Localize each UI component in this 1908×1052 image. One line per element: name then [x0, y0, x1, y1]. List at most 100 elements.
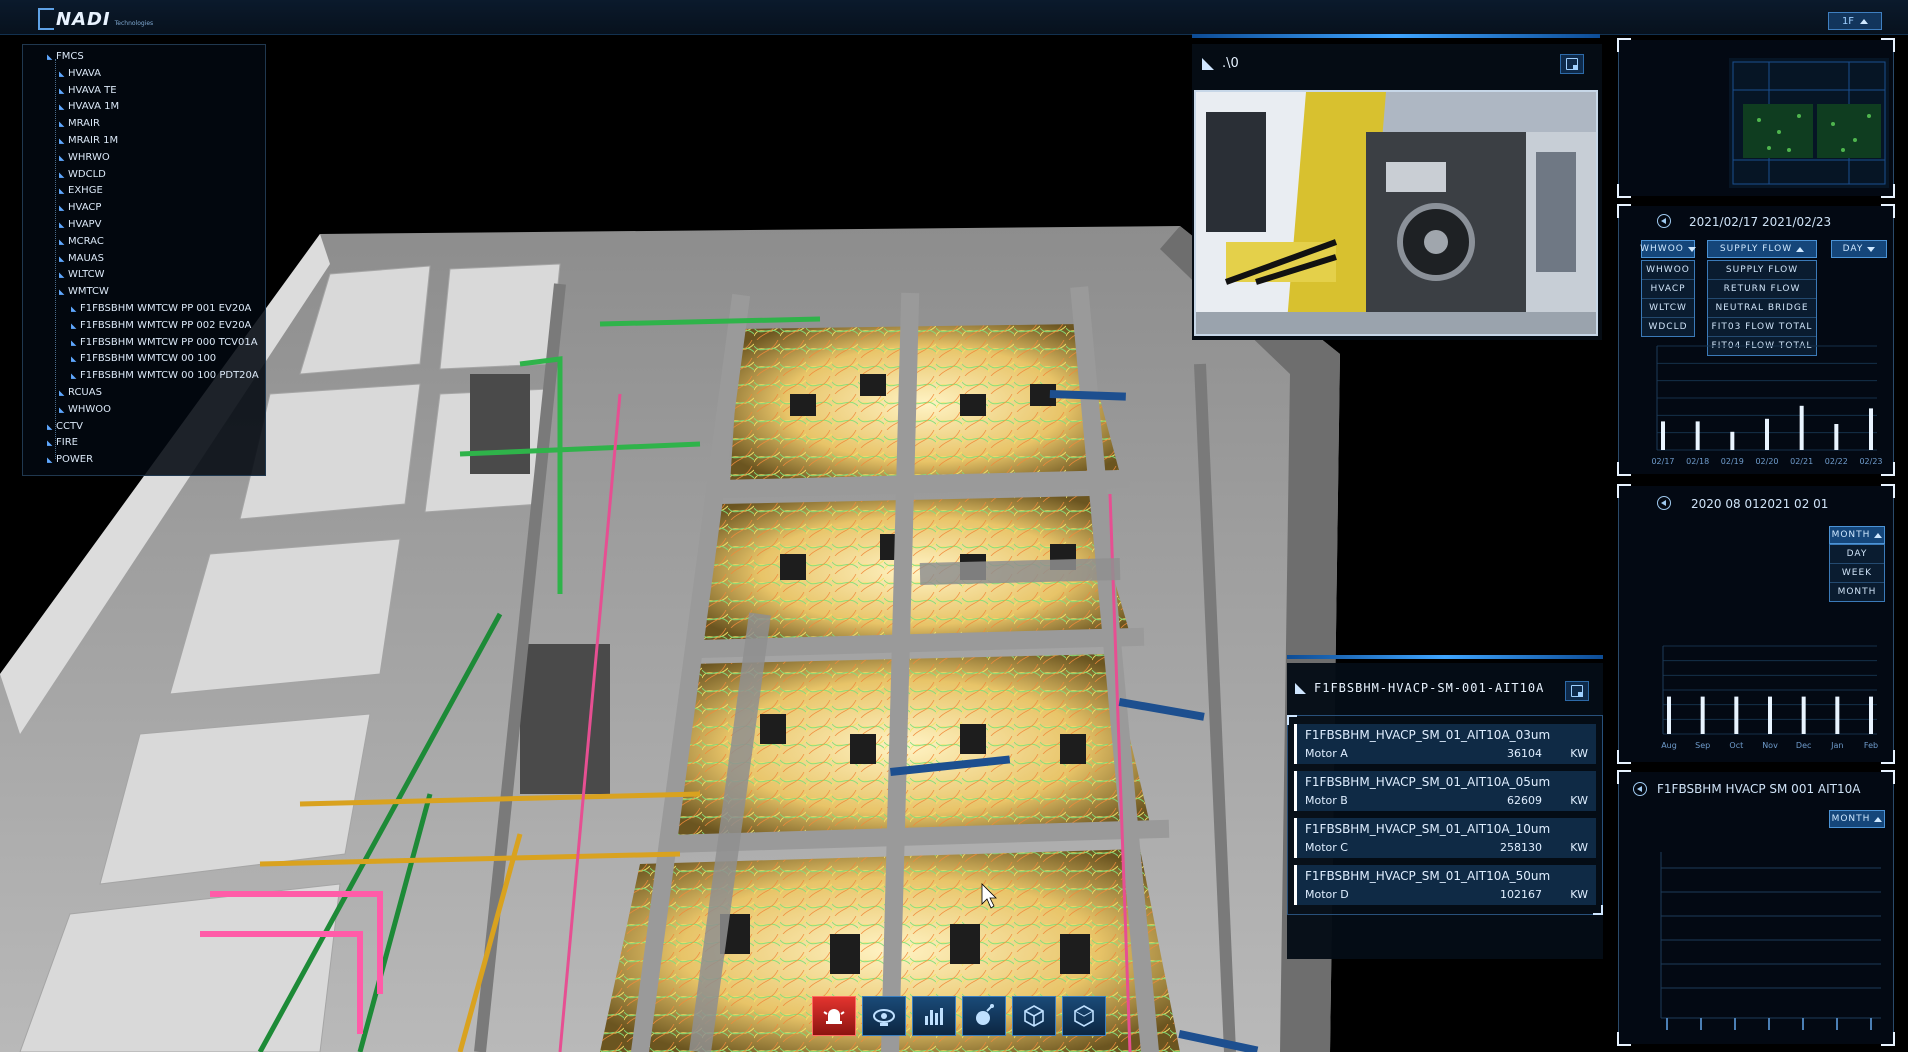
model-button[interactable] — [1012, 996, 1056, 1036]
panel-corner-icon — [1295, 682, 1306, 694]
tree-node[interactable]: ◣ F1FBSBHM WMTCW 00 100 PDT20A — [23, 368, 265, 385]
panel-corner-icon — [1202, 57, 1214, 70]
tree-node[interactable]: ◣ POWER — [23, 452, 265, 469]
tree-node[interactable]: ◣ FMCS — [23, 49, 265, 66]
minimap-panel[interactable] — [1617, 38, 1895, 198]
tree-node-icon: ◣ — [59, 103, 65, 112]
sensor-row[interactable]: F1FBSBHM_HVACP_SM_01_AIT10A_03um Motor A 3… — [1294, 724, 1596, 764]
chart-tick-label: Jan — [1830, 741, 1843, 750]
tree-node-label: WHWOO — [68, 403, 112, 415]
motor-label: Motor A — [1305, 747, 1348, 760]
tree-node-icon: ◣ — [59, 86, 65, 95]
tree-node[interactable]: ◣ WHWOO — [23, 402, 265, 419]
structure-button[interactable] — [1062, 996, 1106, 1036]
tree-node[interactable]: ◣ MAUAS — [23, 251, 265, 268]
tree-node-icon: ◣ — [59, 170, 65, 179]
tree-node[interactable]: ◣ RCUAS — [23, 385, 265, 402]
tree-node[interactable]: ◣ HVAVA — [23, 66, 265, 83]
tree-node-label: F1FBSBHM WMTCW PP 000 TCV01A — [80, 336, 258, 348]
tree-node-icon: ◣ — [71, 372, 77, 381]
sensor-value: 102167 — [1500, 888, 1542, 901]
tree-node-icon: ◣ — [47, 53, 53, 61]
camera-panel-header: .\0 — [1202, 56, 1239, 71]
tree-node[interactable]: ◣ HVAVA 1M — [23, 99, 265, 116]
tree-node[interactable]: ◣ EXHGE — [23, 183, 265, 200]
chart-tick-label: Oct — [1729, 741, 1743, 750]
sensor-button[interactable] — [962, 996, 1006, 1036]
tree-node[interactable]: ◣ MRAIR — [23, 116, 265, 133]
alarm-button[interactable] — [812, 996, 856, 1036]
sensor-row[interactable]: F1FBSBHM_HVACP_SM_01_AIT10A_10um Motor C 2… — [1294, 818, 1596, 858]
sensor-panel-title: F1FBSBHM-HVACP-SM-001-AIT10A — [1314, 681, 1545, 695]
tree-node[interactable]: ◣ FIRE — [23, 435, 265, 452]
expand-icon[interactable] — [1560, 54, 1584, 74]
tree-node-label: HVAVA — [68, 67, 101, 79]
tree-node-label: FMCS — [56, 51, 84, 62]
tree-node-icon: ◣ — [59, 388, 65, 397]
camera-button[interactable] — [862, 996, 906, 1036]
floor-selector-value: 1F — [1841, 15, 1855, 27]
chart-bar — [1734, 696, 1739, 734]
tree-node-icon: ◣ — [59, 254, 65, 263]
tree-node-label: HVAPV — [68, 218, 102, 230]
logo: NADI Technologies — [38, 6, 153, 30]
charts-button[interactable] — [912, 996, 956, 1036]
factory-robot-image — [1196, 92, 1596, 334]
tree-node[interactable]: ◣ CCTV — [23, 419, 265, 436]
chart-tick-label: 02/21 — [1790, 457, 1813, 466]
sensor-chart-grid — [1660, 852, 1881, 1030]
chart-tick-label: Aug — [1661, 741, 1677, 750]
bottom-toolbar — [812, 996, 1106, 1036]
logo-mark-icon — [38, 8, 54, 30]
sensor-row[interactable]: F1FBSBHM_HVACP_SM_01_AIT10A_05um Motor B 6… — [1294, 771, 1596, 811]
sensor-value: 36104 — [1507, 747, 1542, 760]
expand-icon[interactable] — [1565, 681, 1589, 701]
tree-node[interactable]: ◣ HVACP — [23, 200, 265, 217]
tree-node-label: HVAVA 1M — [68, 101, 120, 113]
tree-node-icon: ◣ — [59, 69, 65, 78]
tree-node[interactable]: ◣ HVAVA TE — [23, 83, 265, 100]
motor-label: Motor C — [1305, 841, 1348, 854]
tree-node[interactable]: ◣ WLTCW — [23, 267, 265, 284]
chart-tick-label: 02/20 — [1755, 457, 1778, 466]
floor-selector[interactable]: 1F — [1828, 12, 1882, 30]
tree-node-icon: ◣ — [59, 120, 65, 129]
sensor-name: F1FBSBHM_HVACP_SM_01_AIT10A_50um — [1305, 869, 1551, 883]
tree-node[interactable]: ◣ MRAIR 1M — [23, 133, 265, 150]
tree-node[interactable]: ◣ WMTCW — [23, 284, 265, 301]
tree-node[interactable]: ◣ F1FBSBHM WMTCW PP 002 EV20A — [23, 318, 265, 335]
motor-label: Motor D — [1305, 888, 1349, 901]
tree-node-icon: ◣ — [59, 153, 65, 162]
sensor-unit: KW — [1570, 747, 1588, 760]
monthly-chart-panel: 2020 08 012021 02 01 MONTH DAY WEEK MONT… — [1617, 484, 1895, 764]
chart-bar — [1799, 405, 1804, 450]
tree-node-label: HVAVA TE — [68, 84, 117, 96]
tree-node-label: MCRAC — [68, 235, 104, 247]
tree-node[interactable]: ◣ WDCLD — [23, 167, 265, 184]
sensor-chart-panel: F1FBSBHM HVACP SM 001 AIT10A MONTH — [1617, 770, 1895, 1046]
tree-node[interactable]: ◣ F1FBSBHM WMTCW PP 001 EV20A — [23, 301, 265, 318]
camera-feed[interactable] — [1194, 90, 1598, 336]
chart-bar — [1661, 421, 1665, 450]
chart-bar — [1834, 424, 1839, 450]
sensor-row[interactable]: F1FBSBHM_HVACP_SM_01_AIT10A_50um Motor D 1… — [1294, 865, 1596, 905]
tree-node[interactable]: ◣ F1FBSBHM WMTCW PP 000 TCV01A — [23, 335, 265, 352]
sensor-unit: KW — [1570, 841, 1588, 854]
camera-panel: .\0 — [1192, 44, 1602, 340]
chart-tick-label: 02/22 — [1825, 457, 1848, 466]
chart-tick-label: 02/18 — [1686, 457, 1709, 466]
flow-chart-panel: 2021/02/17 2021/02/23 WHWOO WHWOO HVACP … — [1617, 204, 1895, 476]
sensor-unit: KW — [1570, 794, 1588, 807]
motor-label: Motor B — [1305, 794, 1348, 807]
flow-bar-chart: 02/17 02/18 02/19 02/20 02/21 02/22 02/23 — [1651, 345, 1883, 466]
chart-bar — [1667, 696, 1671, 734]
tree-node-icon: ◣ — [59, 220, 65, 229]
tree-node-icon: ◣ — [71, 321, 77, 330]
tree-node[interactable]: ◣ HVAPV — [23, 217, 265, 234]
tree-node[interactable]: ◣ WHRWO — [23, 150, 265, 167]
monthly-bar-chart: Aug Sep Oct Nov Dec Jan Feb — [1661, 645, 1878, 750]
tree-node[interactable]: ◣ MCRAC — [23, 234, 265, 251]
tree-node[interactable]: ◣ F1FBSBHM WMTCW 00 100 — [23, 351, 265, 368]
tree-node-label: MRAIR 1M — [68, 134, 119, 146]
camera-panel-accent — [1192, 34, 1600, 38]
